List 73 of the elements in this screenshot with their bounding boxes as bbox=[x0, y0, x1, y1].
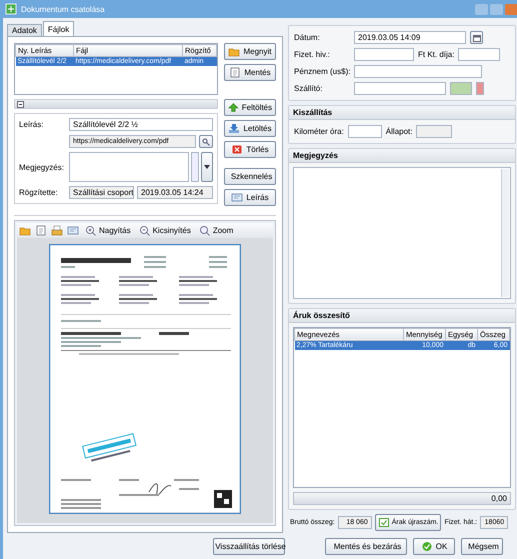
scrollbar[interactable] bbox=[191, 152, 199, 182]
carrier-field[interactable] bbox=[354, 82, 446, 95]
document-icon[interactable] bbox=[67, 225, 79, 236]
window-title: Dokumentum csatolása bbox=[21, 4, 106, 14]
status-field[interactable] bbox=[416, 125, 452, 138]
fee-field[interactable] bbox=[458, 48, 500, 61]
browse-button[interactable] bbox=[199, 135, 213, 148]
document-icon[interactable] bbox=[35, 225, 47, 236]
minimize-button[interactable] bbox=[475, 4, 488, 14]
arrow-up-icon bbox=[228, 102, 239, 113]
field-label: Fizet. hiv.: bbox=[294, 50, 331, 59]
field-label: Megjegyzés: bbox=[19, 162, 65, 172]
field-label: Dátum: bbox=[294, 33, 321, 42]
footer-button[interactable]: Mégsem bbox=[461, 538, 503, 554]
collapse-icon bbox=[17, 100, 24, 108]
scanner-icon[interactable] bbox=[51, 225, 63, 236]
calendar-button[interactable] bbox=[470, 31, 483, 44]
toolbar-button[interactable]: Zoom bbox=[196, 224, 236, 237]
lookup-button[interactable] bbox=[450, 82, 472, 95]
search-icon bbox=[202, 138, 210, 146]
folder-icon bbox=[228, 46, 240, 57]
document-icon bbox=[231, 192, 244, 203]
zoom-in-icon bbox=[85, 225, 97, 236]
caret-icon bbox=[204, 165, 210, 169]
action-button[interactable]: Leírás bbox=[224, 189, 276, 206]
field-label: Pénznem (us$): bbox=[294, 67, 350, 76]
toolbar-button[interactable]: Nagyítás bbox=[83, 224, 133, 237]
field-label: Szállító: bbox=[294, 84, 324, 93]
file-button[interactable]: Megnyit bbox=[224, 43, 276, 60]
amount-field[interactable] bbox=[354, 65, 482, 78]
action-button[interactable]: Letöltés bbox=[224, 120, 276, 137]
file-button[interactable]: Mentés bbox=[224, 64, 276, 81]
date-field[interactable]: 2019.03.05 14:24 bbox=[137, 186, 213, 199]
footer-button[interactable]: Visszaállítás törlése bbox=[213, 538, 285, 554]
total-value: 0,00 bbox=[293, 492, 511, 505]
notes-field[interactable] bbox=[293, 167, 511, 299]
scrollbar[interactable] bbox=[501, 169, 509, 297]
field-label: Kilométer óra: bbox=[294, 127, 344, 136]
check-icon bbox=[378, 517, 390, 528]
folder-icon[interactable] bbox=[19, 225, 31, 236]
note-field[interactable] bbox=[69, 152, 189, 182]
date-field[interactable]: 2019.03.05 14:09 bbox=[354, 31, 466, 44]
payment-field[interactable] bbox=[354, 48, 414, 61]
action-button[interactable]: Feltöltés bbox=[224, 99, 276, 116]
recorder-field[interactable]: Szállítási csoport bbox=[69, 186, 134, 199]
tab[interactable]: Fájlok bbox=[42, 21, 74, 36]
description-field[interactable]: Szállítólevél 2/2 ½ bbox=[69, 118, 213, 131]
footer-button[interactable]: Mentés és bezárás bbox=[325, 538, 407, 554]
zoom-out-icon bbox=[138, 225, 151, 236]
arrow-down-icon bbox=[228, 123, 240, 134]
field-label: Állapot: bbox=[386, 127, 412, 136]
search-icon bbox=[198, 225, 211, 236]
field-label: Leírás: bbox=[19, 120, 44, 129]
toolbar-button[interactable]: Kicsinyítés bbox=[136, 224, 193, 237]
action-button[interactable]: Törlés bbox=[224, 141, 276, 158]
action-button[interactable]: Szkennelés bbox=[224, 168, 276, 185]
tab[interactable]: Adatok bbox=[7, 24, 42, 36]
section-header: Áruk összesítő bbox=[289, 308, 515, 323]
document-icon bbox=[229, 67, 242, 78]
clear-button[interactable] bbox=[476, 82, 484, 95]
section-header: Megjegyzés bbox=[289, 149, 515, 163]
section-header: Kiszállítás bbox=[289, 106, 515, 120]
close-button[interactable] bbox=[505, 4, 517, 14]
maximize-button[interactable] bbox=[490, 4, 503, 14]
calendar-icon bbox=[472, 34, 480, 42]
field-label: Rögzítette: bbox=[19, 188, 59, 197]
check-icon bbox=[420, 540, 433, 552]
dropdown-button[interactable] bbox=[201, 152, 213, 182]
field-label: Ft Kt. díja: bbox=[418, 50, 454, 59]
app-icon bbox=[5, 3, 17, 15]
footer-button[interactable]: OK bbox=[413, 538, 455, 554]
close-icon bbox=[231, 144, 244, 155]
km-field[interactable] bbox=[348, 125, 382, 138]
